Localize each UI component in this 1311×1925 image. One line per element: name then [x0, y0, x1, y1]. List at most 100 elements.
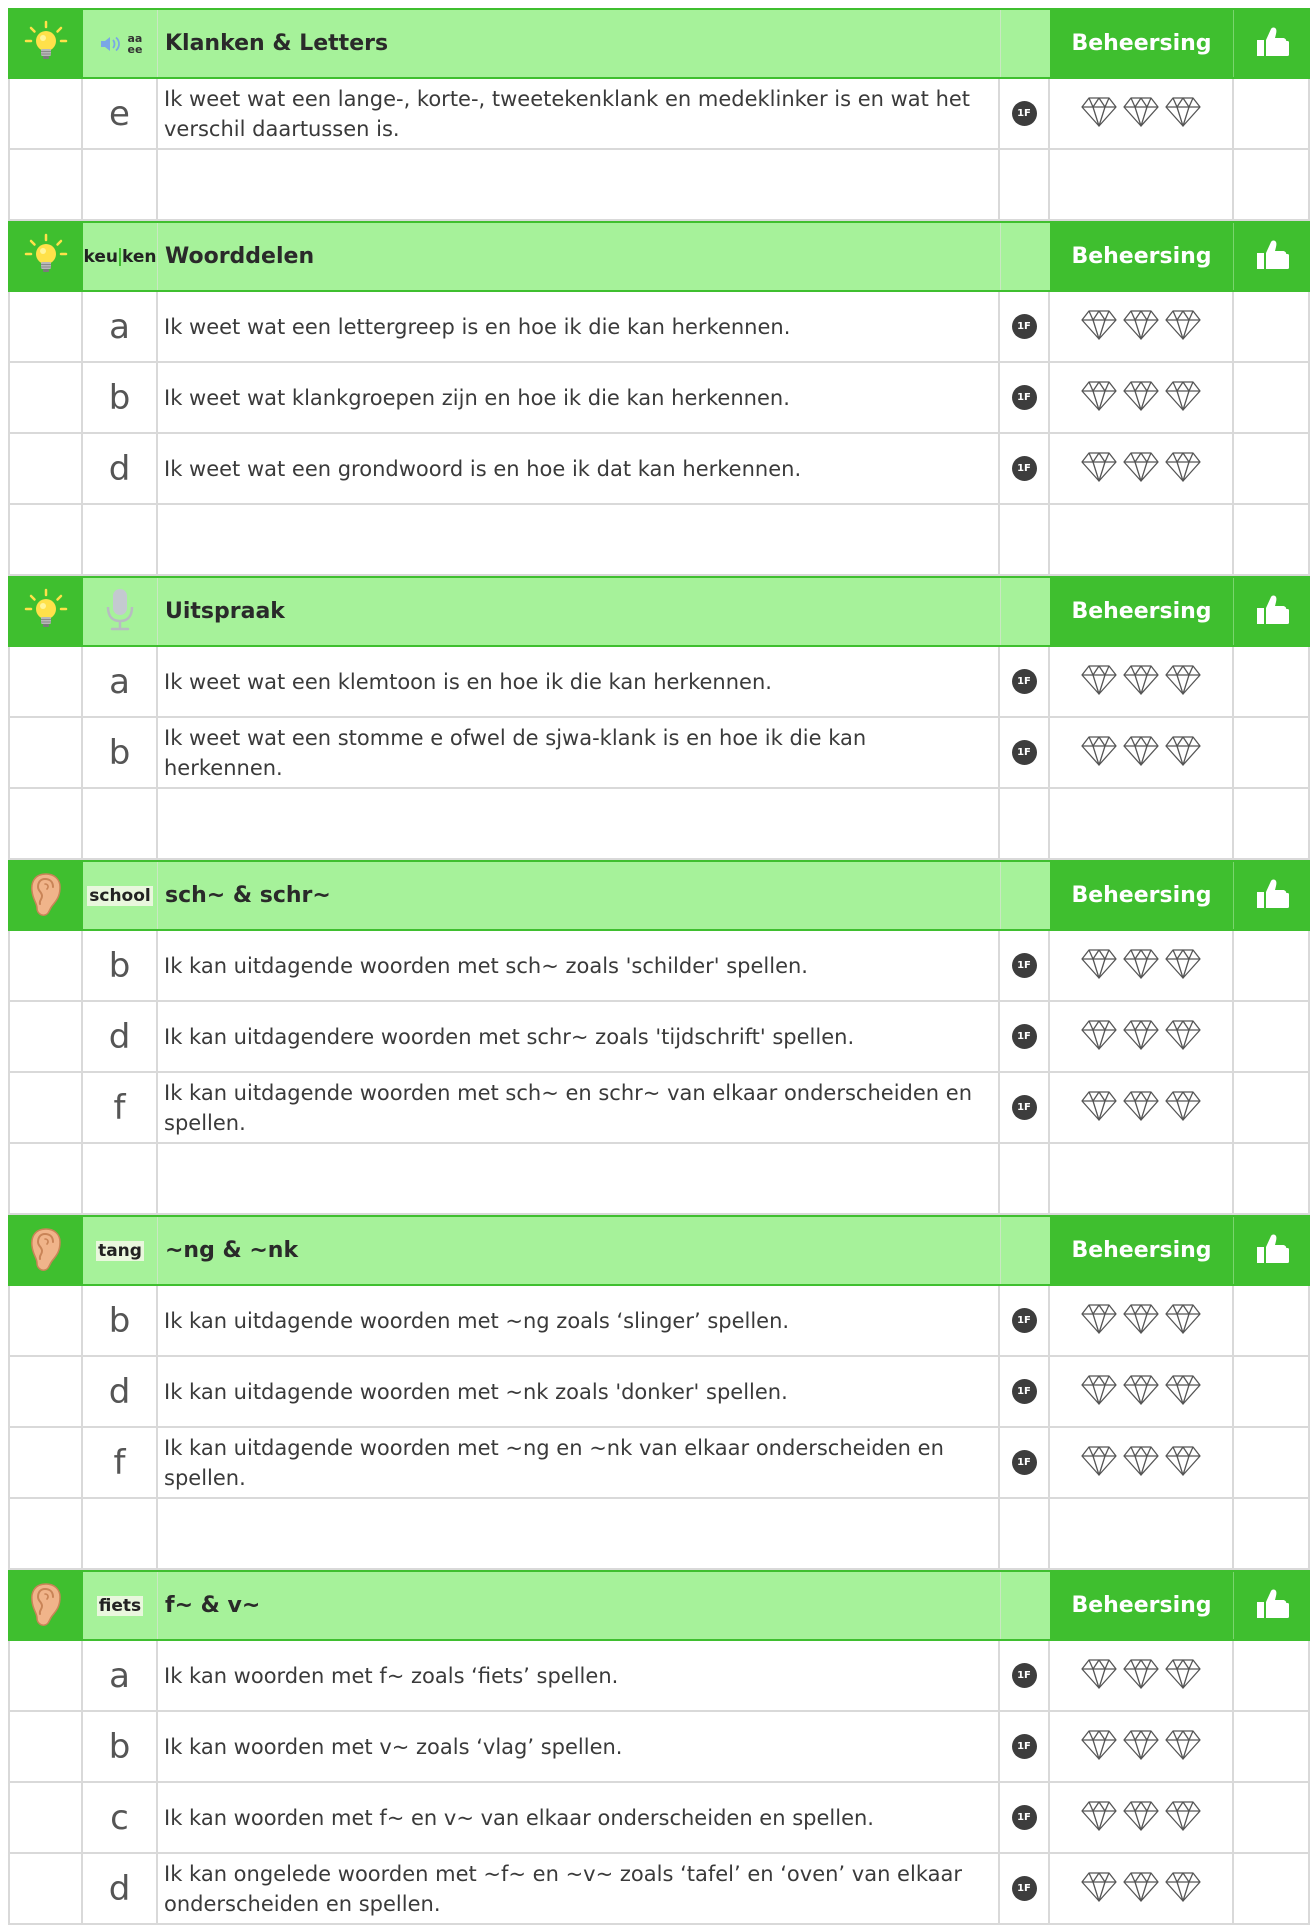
diamond-icon[interactable]: [1081, 1445, 1117, 1481]
mastery-rating[interactable]: [1050, 1286, 1234, 1355]
diamond-icon[interactable]: [1123, 1374, 1159, 1410]
diamond-icon[interactable]: [1123, 1303, 1159, 1339]
approval-cell[interactable]: [1234, 434, 1310, 503]
diamond-icon[interactable]: [1081, 1658, 1117, 1694]
approval-cell[interactable]: [1234, 1854, 1310, 1923]
goal-row: c Ik kan woorden met f~ en v~ van elkaar …: [8, 1783, 1310, 1854]
diamond-icon[interactable]: [1081, 664, 1117, 700]
empty-cell: [8, 1073, 83, 1142]
diamond-icon[interactable]: [1081, 309, 1117, 345]
diamond-icon[interactable]: [1123, 451, 1159, 487]
diamond-icon[interactable]: [1123, 1871, 1159, 1907]
level-cell: 1F: [1000, 1854, 1050, 1923]
approval-cell[interactable]: [1234, 1073, 1310, 1142]
mastery-rating[interactable]: [1050, 363, 1234, 432]
thumbs-up-icon: [1254, 877, 1290, 915]
approval-cell[interactable]: [1234, 1428, 1310, 1497]
diamond-icon[interactable]: [1165, 1729, 1201, 1765]
empty-cell: [8, 1712, 83, 1781]
goal-row: f Ik kan uitdagende woorden met sch~ en s…: [8, 1073, 1310, 1144]
mastery-rating[interactable]: [1050, 718, 1234, 787]
diamond-icon[interactable]: [1123, 1729, 1159, 1765]
approval-cell[interactable]: [1234, 79, 1310, 148]
diamond-icon[interactable]: [1123, 735, 1159, 771]
diamond-icon[interactable]: [1081, 1729, 1117, 1765]
ear-icon: [24, 1580, 68, 1632]
diamond-icon[interactable]: [1123, 1445, 1159, 1481]
approval-cell[interactable]: [1234, 718, 1310, 787]
mastery-rating[interactable]: [1050, 1073, 1234, 1142]
diamond-icon[interactable]: [1165, 948, 1201, 984]
diamond-icon[interactable]: [1123, 1090, 1159, 1126]
word-symbol-icon: fiets: [96, 1595, 144, 1616]
diamond-icon[interactable]: [1081, 1871, 1117, 1907]
approval-cell[interactable]: [1234, 1712, 1310, 1781]
category-cell: [8, 578, 83, 645]
level-badge: 1F: [1011, 1734, 1037, 1759]
diamond-icon[interactable]: [1165, 1445, 1201, 1481]
mastery-rating[interactable]: [1050, 931, 1234, 1000]
diamond-icon[interactable]: [1081, 1374, 1117, 1410]
mastery-rating[interactable]: [1050, 647, 1234, 716]
approval-cell[interactable]: [1234, 1641, 1310, 1710]
diamond-icon[interactable]: [1123, 948, 1159, 984]
diamond-icon[interactable]: [1081, 1303, 1117, 1339]
approval-cell[interactable]: [1234, 1286, 1310, 1355]
diamond-icon[interactable]: [1123, 664, 1159, 700]
mastery-rating[interactable]: [1050, 292, 1234, 361]
diamond-icon[interactable]: [1081, 451, 1117, 487]
mastery-rating[interactable]: [1050, 1854, 1234, 1923]
approval-cell[interactable]: [1234, 1783, 1310, 1852]
diamond-icon[interactable]: [1165, 309, 1201, 345]
diamond-icon[interactable]: [1165, 1800, 1201, 1836]
diamond-icon[interactable]: [1165, 664, 1201, 700]
approval-cell[interactable]: [1234, 931, 1310, 1000]
diamond-icon[interactable]: [1081, 1800, 1117, 1836]
diamond-icon[interactable]: [1165, 1374, 1201, 1410]
diamond-icon[interactable]: [1165, 451, 1201, 487]
diamond-icon[interactable]: [1123, 1658, 1159, 1694]
mastery-rating[interactable]: [1050, 1357, 1234, 1426]
approval-cell[interactable]: [1234, 363, 1310, 432]
diamond-icon[interactable]: [1081, 1090, 1117, 1126]
level-header-cell: [1000, 1572, 1050, 1639]
diamond-icon[interactable]: [1081, 1019, 1117, 1055]
approval-cell[interactable]: [1234, 1002, 1310, 1071]
goal-row: a Ik weet wat een lettergreep is en hoe i…: [8, 292, 1310, 363]
mastery-rating[interactable]: [1050, 1783, 1234, 1852]
mastery-rating[interactable]: [1050, 1428, 1234, 1497]
diamond-icon[interactable]: [1165, 1658, 1201, 1694]
mastery-rating[interactable]: [1050, 1641, 1234, 1710]
goal-text: Ik kan uitdagende woorden met ~nk zoals …: [158, 1357, 1000, 1426]
diamond-icon[interactable]: [1165, 1090, 1201, 1126]
diamond-icon[interactable]: [1165, 735, 1201, 771]
diamond-icon[interactable]: [1165, 96, 1201, 132]
diamond-icon[interactable]: [1081, 380, 1117, 416]
diamond-icon[interactable]: [1123, 1019, 1159, 1055]
diamond-icon[interactable]: [1165, 1303, 1201, 1339]
empty-cell: [8, 505, 83, 574]
mastery-rating[interactable]: [1050, 1002, 1234, 1071]
approval-cell[interactable]: [1234, 1357, 1310, 1426]
diamond-icon[interactable]: [1165, 380, 1201, 416]
diamond-icon[interactable]: [1123, 380, 1159, 416]
empty-cell: [8, 647, 83, 716]
level-header-cell: [1000, 862, 1050, 929]
diamond-icon[interactable]: [1081, 735, 1117, 771]
empty-cell: [1000, 1144, 1050, 1213]
diamond-icon[interactable]: [1123, 1800, 1159, 1836]
mastery-rating[interactable]: [1050, 434, 1234, 503]
diamond-icon[interactable]: [1165, 1019, 1201, 1055]
mastery-rating[interactable]: [1050, 1712, 1234, 1781]
diamond-icon[interactable]: [1123, 96, 1159, 132]
diamond-icon[interactable]: [1123, 309, 1159, 345]
goal-text: Ik weet wat een klemtoon is en hoe ik di…: [158, 647, 1000, 716]
diamond-icon[interactable]: [1165, 1871, 1201, 1907]
approval-cell[interactable]: [1234, 647, 1310, 716]
approval-cell[interactable]: [1234, 292, 1310, 361]
diamond-icon[interactable]: [1081, 948, 1117, 984]
symbol-cell: school: [83, 862, 158, 929]
mastery-rating[interactable]: [1050, 79, 1234, 148]
diamond-icon[interactable]: [1081, 96, 1117, 132]
goal-text: Ik kan uitdagendere woorden met schr~ zo…: [158, 1002, 1000, 1071]
